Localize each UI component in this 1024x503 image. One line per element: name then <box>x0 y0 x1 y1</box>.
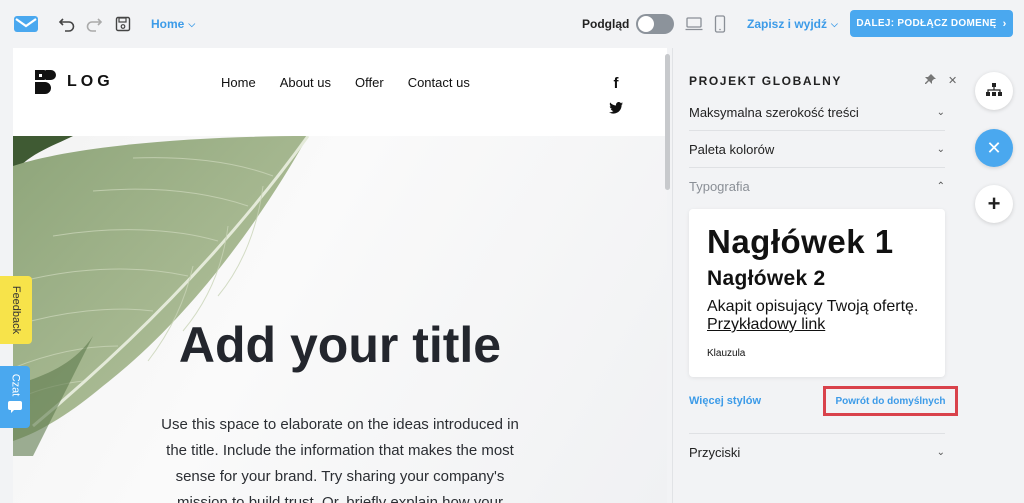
add-element-button[interactable]: + <box>975 185 1013 223</box>
logo-mark-icon <box>35 70 57 94</box>
save-and-exit-dropdown[interactable]: Zapisz i wyjdź ⌵ <box>747 17 838 31</box>
top-toolbar: Home ⌵ Podgląd Zapisz i wyjdź ⌵ DALEJ: P… <box>0 0 1024 48</box>
page-select-label: Home <box>151 17 185 31</box>
pin-icon[interactable] <box>925 74 936 88</box>
hero-section[interactable]: Add your title Use this space to elabora… <box>13 136 667 503</box>
nav-item-home[interactable]: Home <box>221 75 256 90</box>
chevron-right-icon: › <box>1002 17 1007 30</box>
hero-paragraph[interactable]: Use this space to elaborate on the ideas… <box>153 412 527 503</box>
nav-item-contact[interactable]: Contact us <box>408 75 470 90</box>
social-links: f <box>609 76 623 118</box>
global-design-panel: PROJEKT GLOBALNY ✕ Maksymalna szerokość … <box>672 48 962 503</box>
chevron-down-icon: ⌵ <box>188 18 196 29</box>
section-typography[interactable]: Typografia ⌃ <box>689 168 945 205</box>
save-and-exit-label: Zapisz i wyjdź <box>747 17 828 31</box>
hero-title[interactable]: Add your title <box>13 316 667 374</box>
site-nav: Home About us Offer Contact us <box>221 75 470 90</box>
chevron-down-icon: ⌵ <box>831 18 838 29</box>
close-icon[interactable]: ✕ <box>948 74 957 88</box>
chat-bubble-icon <box>8 400 22 416</box>
section-color-palette[interactable]: Paleta kolorów ⌄ <box>689 131 945 168</box>
heading2-sample[interactable]: Nagłówek 2 <box>707 267 927 291</box>
chevron-up-icon: ⌃ <box>936 181 945 192</box>
section-buttons-label: Przyciski <box>689 445 741 460</box>
reset-defaults-button[interactable]: Powrót do domyślnych <box>823 386 958 416</box>
close-design-button[interactable]: ✕ <box>975 129 1013 167</box>
page-select-dropdown[interactable]: Home ⌵ <box>151 17 195 31</box>
section-color-palette-label: Paleta kolorów <box>689 141 775 157</box>
chat-tab[interactable]: Czat <box>0 366 30 428</box>
clause-sample[interactable]: Klauzula <box>707 348 927 359</box>
panel-title: PROJEKT GLOBALNY <box>689 74 842 88</box>
sitemap-button[interactable] <box>975 72 1013 110</box>
nav-item-offer[interactable]: Offer <box>355 75 384 90</box>
save-icon[interactable] <box>113 14 133 34</box>
preview-toggle[interactable] <box>636 14 674 34</box>
section-max-width-label: Maksymalna szerokość treści <box>689 104 859 120</box>
site-header[interactable]: LOG Home About us Offer Contact us f <box>13 48 667 136</box>
mail-logo-icon[interactable] <box>13 13 39 35</box>
plus-icon: + <box>987 191 1001 216</box>
logo-text: LOG <box>67 73 114 90</box>
close-icon: ✕ <box>986 137 1002 158</box>
mobile-view-icon[interactable] <box>710 14 730 34</box>
site-logo[interactable]: LOG <box>35 70 114 94</box>
facebook-icon[interactable]: f <box>614 76 619 92</box>
typography-preview-card[interactable]: Nagłówek 1 Nagłówek 2 Akapit opisujący T… <box>689 209 945 377</box>
feedback-tab[interactable]: Feedback <box>0 276 32 344</box>
chevron-down-icon: ⌄ <box>936 143 945 155</box>
preview-label: Podgląd <box>582 17 630 31</box>
connect-domain-label: DALEJ: PODŁĄCZ DOMENĘ <box>856 18 997 29</box>
link-sample[interactable]: Przykładowy link <box>707 316 927 334</box>
twitter-icon[interactable] <box>609 102 623 118</box>
paragraph-sample[interactable]: Akapit opisujący Twoją ofertę. <box>707 298 927 316</box>
nav-item-about[interactable]: About us <box>280 75 331 90</box>
redo-icon[interactable] <box>84 14 104 34</box>
chevron-down-icon: ⌄ <box>936 106 945 118</box>
section-buttons[interactable]: Przyciski ⌄ <box>689 434 945 471</box>
heading1-sample[interactable]: Nagłówek 1 <box>707 223 927 261</box>
sitemap-icon <box>986 81 1002 102</box>
leaf-image[interactable] <box>13 136 333 456</box>
section-typography-label: Typografia <box>689 179 750 194</box>
toggle-knob <box>638 16 654 32</box>
chat-label: Czat <box>9 373 21 396</box>
undo-icon[interactable] <box>57 14 77 34</box>
section-max-width[interactable]: Maksymalna szerokość treści ⌄ <box>689 94 945 131</box>
more-styles-link[interactable]: Więcej stylów <box>689 395 761 407</box>
reset-defaults-label: Powrót do domyślnych <box>835 395 946 407</box>
canvas-scrollbar[interactable] <box>665 54 670 190</box>
chevron-down-icon: ⌄ <box>936 447 945 458</box>
feedback-label: Feedback <box>10 285 22 335</box>
connect-domain-button[interactable]: DALEJ: PODŁĄCZ DOMENĘ › <box>850 10 1013 37</box>
panel-actions: ✕ <box>925 74 957 88</box>
desktop-view-icon[interactable] <box>684 14 704 34</box>
page-canvas[interactable]: LOG Home About us Offer Contact us f Add… <box>13 48 667 503</box>
